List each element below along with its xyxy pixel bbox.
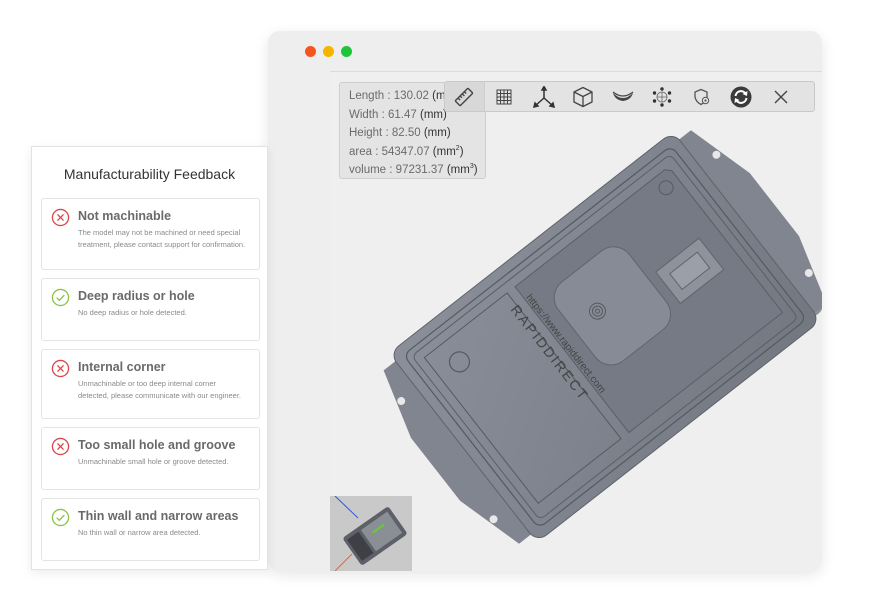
axes-tool-button[interactable] <box>524 82 564 111</box>
feedback-item-description: No thin wall or narrow area detected. <box>78 528 201 537</box>
dimension-volume: volume : 97231.37 (mm3) <box>349 163 478 176</box>
feedback-item-not-machinable[interactable]: Not machinable The model may not be mach… <box>41 198 260 270</box>
feedback-item-description: The model may not be machined or need sp… <box>78 228 246 249</box>
view-cube-tool-button[interactable] <box>564 82 604 111</box>
shield-gear-icon <box>694 88 709 105</box>
error-icon <box>51 437 70 456</box>
error-icon <box>51 208 70 227</box>
refresh-icon <box>730 86 752 107</box>
3d-viewport[interactable]: https://www.rapiddirect.com RAPIDDIRECT … <box>330 71 822 571</box>
check-icon <box>51 508 70 527</box>
feedback-title: Manufacturability Feedback <box>63 166 236 182</box>
measure-tool-button[interactable] <box>445 82 485 111</box>
feedback-item-description: Unmachinable small hole or groove detect… <box>78 457 229 466</box>
feedback-item-description: Unmachinable or too deep internal corner… <box>78 379 242 400</box>
feedback-item-internal-corner[interactable]: Internal corner Unmachinable or too deep… <box>41 349 260 419</box>
orientation-preview[interactable] <box>330 496 412 571</box>
viewer-toolbar <box>444 81 815 112</box>
analysis-settings-tool-button[interactable] <box>682 82 722 111</box>
error-icon <box>51 359 70 378</box>
feedback-item-title: Deep radius or hole <box>78 289 195 303</box>
grid-tool-button[interactable] <box>485 82 525 111</box>
window-close-button[interactable] <box>305 46 316 57</box>
close-icon <box>774 90 788 103</box>
feedback-item-title: Internal corner <box>78 360 166 374</box>
feedback-item-thin-wall[interactable]: Thin wall and narrow areas No thin wall … <box>41 498 260 561</box>
check-icon <box>51 288 70 307</box>
model-viewer-window: https://www.rapiddirect.com RAPIDDIRECT … <box>268 31 822 571</box>
feedback-item-title: Thin wall and narrow areas <box>78 509 239 523</box>
feedback-item-description: No deep radius or hole detected. <box>78 308 187 317</box>
feedback-item-deep-radius[interactable]: Deep radius or hole No deep radius or ho… <box>41 278 260 341</box>
3d-model[interactable]: https://www.rapiddirect.com RAPIDDIRECT <box>380 122 822 552</box>
window-controls <box>305 46 352 57</box>
axes-icon <box>532 85 555 108</box>
surface-tool-button[interactable] <box>603 82 643 111</box>
mesh-tool-button[interactable] <box>643 82 683 111</box>
feedback-item-title: Not machinable <box>78 209 172 223</box>
close-toolbar-button[interactable] <box>761 82 801 111</box>
curve-icon <box>612 91 634 101</box>
grid-icon <box>496 89 512 104</box>
feedback-list: Not machinable The model may not be mach… <box>41 198 260 569</box>
ruler-icon <box>455 87 474 106</box>
dimension-area: area : 54347.07 (mm2) <box>349 144 464 158</box>
window-minimize-button[interactable] <box>323 46 334 57</box>
network-icon <box>653 86 672 107</box>
window-maximize-button[interactable] <box>341 46 352 57</box>
reset-view-tool-button[interactable] <box>722 82 762 111</box>
feedback-item-small-hole-groove[interactable]: Too small hole and groove Unmachinable s… <box>41 427 260 490</box>
manufacturability-feedback-panel: Manufacturability Feedback Not machinabl… <box>31 146 268 570</box>
cube-icon <box>573 86 593 107</box>
feedback-item-title: Too small hole and groove <box>78 438 236 452</box>
dimension-height: Height : 82.50 (mm) <box>349 127 451 139</box>
